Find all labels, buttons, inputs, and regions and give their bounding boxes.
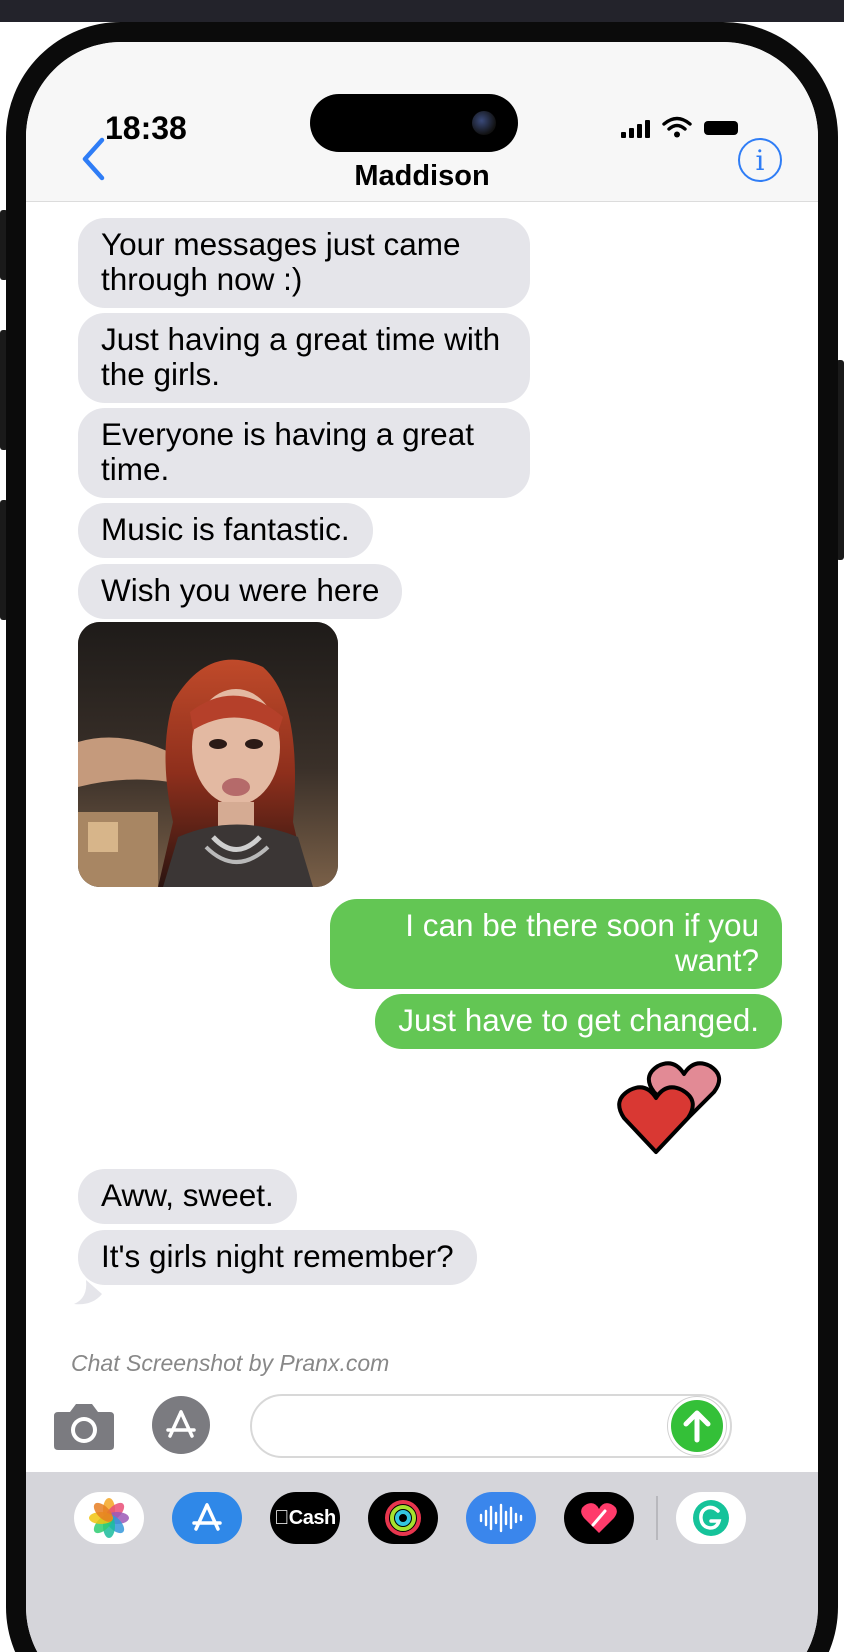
message-bubble-incoming[interactable]: Aww, sweet. <box>78 1169 297 1224</box>
info-icon: i <box>755 143 765 177</box>
composer-bar <box>26 1390 818 1470</box>
navigation-header: 18:38 Maddison i <box>26 42 818 202</box>
cellular-signal-icon <box>621 118 650 138</box>
arrow-up-icon <box>683 1410 711 1443</box>
imessage-app-drawer: Cash <box>26 1472 818 1652</box>
phone-frame: 18:38 Maddison i Your messages just came… <box>6 22 838 1652</box>
grammarly-button[interactable] <box>676 1492 746 1544</box>
message-bubble-incoming[interactable]: Music is fantastic. <box>78 503 373 558</box>
camera-button[interactable] <box>52 1400 116 1452</box>
dynamic-island <box>310 94 518 152</box>
message-bubble-outgoing[interactable]: Just have to get changed. <box>375 994 782 1049</box>
two-hearts-icon[interactable] <box>614 1060 724 1160</box>
fitness-rings-icon <box>385 1500 421 1536</box>
app-store-button[interactable] <box>152 1396 210 1454</box>
audio-message-icon <box>479 1503 523 1533</box>
photos-icon <box>89 1498 129 1538</box>
digital-touch-icon <box>581 1503 617 1533</box>
contact-name[interactable]: Maddison <box>26 160 818 193</box>
message-bubble-incoming[interactable]: It's girls night remember? <box>78 1230 477 1285</box>
watermark-text: Chat Screenshot by Pranx.com <box>71 1350 390 1376</box>
message-bubble-incoming[interactable]: Wish you were here <box>78 564 403 619</box>
camera-lens-icon <box>472 111 496 135</box>
message-bubble-incoming[interactable]: Your messages just came through now :) <box>78 218 530 308</box>
message-input[interactable] <box>250 1394 732 1458</box>
send-button[interactable] <box>668 1397 726 1455</box>
audio-message-button[interactable] <box>466 1492 536 1544</box>
message-bubble-incoming[interactable]: Everyone is having a great time. <box>78 408 530 498</box>
bubble-tail-icon <box>74 1280 102 1305</box>
drawer-divider <box>656 1496 658 1540</box>
browser-top-strip <box>0 0 844 22</box>
photo-portrait-image <box>78 622 338 887</box>
photos-app-button[interactable] <box>74 1492 144 1544</box>
grammarly-icon <box>693 1500 729 1536</box>
camera-icon <box>54 1404 114 1450</box>
message-photo[interactable] <box>78 622 338 887</box>
status-icons <box>621 116 738 138</box>
app-store-drawer-button[interactable] <box>172 1492 242 1544</box>
fitness-button[interactable] <box>368 1492 438 1544</box>
wifi-icon <box>662 116 692 138</box>
apple-cash-icon: Cash <box>274 1506 336 1529</box>
app-store-icon <box>166 1410 196 1438</box>
message-bubble-outgoing[interactable]: I can be there soon if you want? <box>330 899 782 989</box>
apple-cash-button[interactable]: Cash <box>270 1492 340 1544</box>
app-store-icon <box>192 1503 222 1531</box>
message-bubble-incoming[interactable]: Just having a great time with the girls. <box>78 313 530 403</box>
info-button[interactable]: i <box>738 138 782 182</box>
digital-touch-button[interactable] <box>564 1492 634 1544</box>
battery-icon <box>704 121 738 135</box>
